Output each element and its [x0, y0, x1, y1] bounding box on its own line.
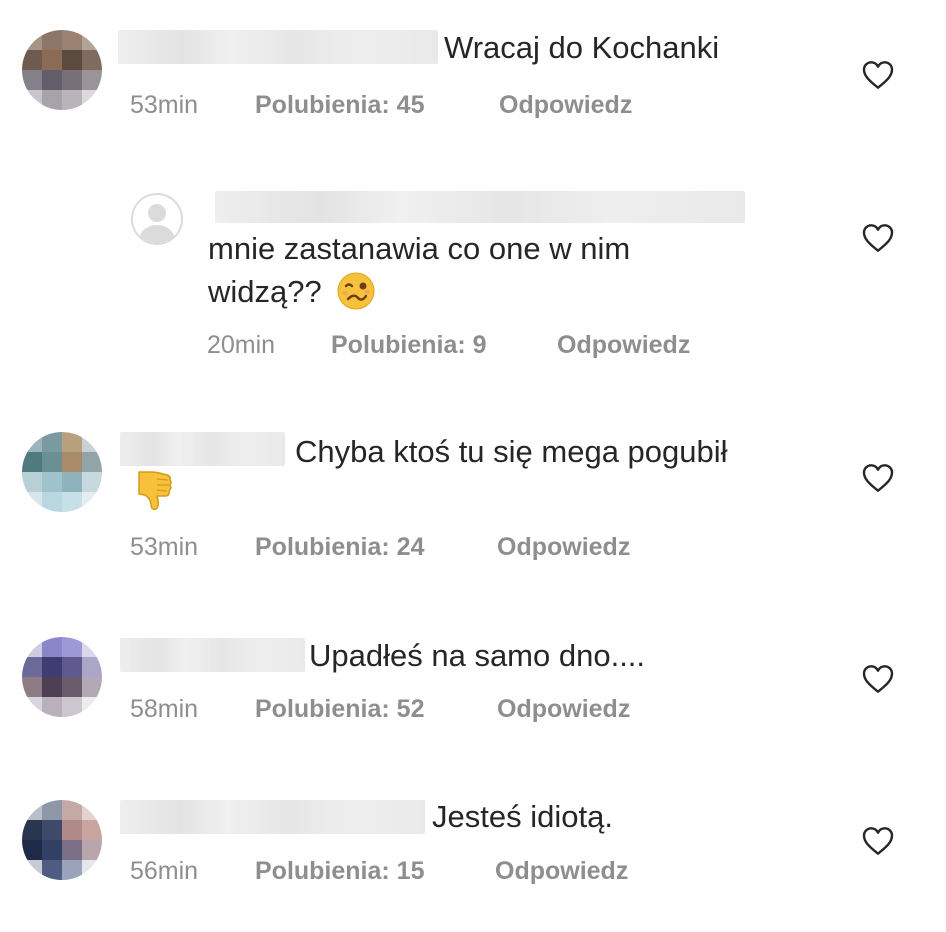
username-blurred[interactable]: [120, 638, 305, 672]
thumbs-down-icon: [138, 471, 172, 510]
likes-count[interactable]: Polubienia: 9: [331, 330, 487, 360]
comment-time: 56min: [130, 857, 199, 885]
likes-count[interactable]: Polubienia: 24: [255, 532, 424, 562]
likes-count[interactable]: Polubienia: 15: [255, 856, 424, 886]
username-blurred[interactable]: [215, 191, 745, 223]
comment-text: Upadłeś na samo dno....: [309, 638, 646, 673]
heart-outline-icon[interactable]: [862, 463, 894, 493]
comment-text-line2: widzą??: [208, 271, 376, 313]
comment-text: Jesteś idiotą.: [432, 799, 613, 834]
heart-outline-icon[interactable]: [862, 223, 894, 253]
comment-time: 58min: [130, 695, 199, 723]
default-avatar-icon[interactable]: [131, 193, 183, 245]
likes-count[interactable]: Polubienia: 45: [255, 90, 424, 120]
username-blurred[interactable]: [120, 432, 285, 466]
comment-time: 20min: [207, 331, 276, 359]
comment-text-line2-text: widzą??: [208, 274, 322, 309]
comment-time: 53min: [130, 91, 199, 119]
comment-text: Wracaj do Kochanki: [444, 30, 720, 65]
woozy-face-icon: [337, 272, 375, 310]
reply-button[interactable]: Odpowiedz: [497, 532, 630, 562]
avatar[interactable]: [22, 432, 102, 512]
username-blurred[interactable]: [120, 800, 425, 834]
avatar[interactable]: [22, 30, 102, 110]
avatar[interactable]: [22, 800, 102, 880]
reply-button[interactable]: Odpowiedz: [557, 330, 690, 360]
avatar[interactable]: [22, 637, 102, 717]
likes-count[interactable]: Polubienia: 52: [255, 694, 424, 724]
comment-time: 53min: [130, 533, 199, 561]
comment-text: Chyba ktoś tu się mega pogubił: [295, 434, 728, 469]
reply-button[interactable]: Odpowiedz: [495, 856, 628, 886]
heart-outline-icon[interactable]: [862, 664, 894, 694]
heart-outline-icon[interactable]: [862, 60, 894, 90]
reply-button[interactable]: Odpowiedz: [497, 694, 630, 724]
username-blurred[interactable]: [118, 30, 438, 64]
heart-outline-icon[interactable]: [862, 826, 894, 856]
comment-text-line1: mnie zastanawia co one w nim: [208, 231, 631, 266]
reply-button[interactable]: Odpowiedz: [499, 90, 632, 120]
